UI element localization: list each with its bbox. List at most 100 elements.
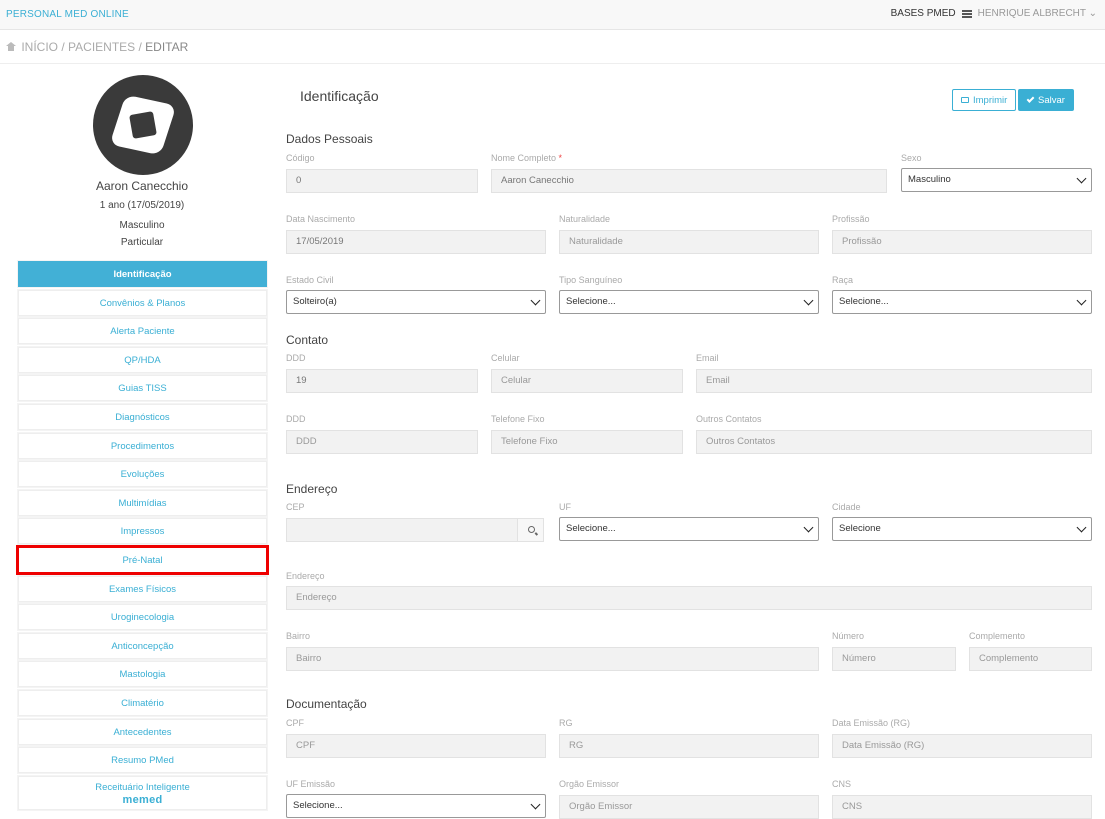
- label-rg: RG: [559, 718, 573, 728]
- menu-impressos[interactable]: Impressos: [18, 518, 267, 545]
- label-orgao: Orgão Emissor: [559, 779, 620, 789]
- cpf-field[interactable]: CPF: [286, 734, 546, 758]
- label-nome: Nome Completo *: [491, 153, 562, 163]
- menu-identificacao[interactable]: Identificação: [18, 261, 267, 287]
- menu-uroginecologia[interactable]: Uroginecologia: [18, 604, 267, 631]
- patient-age: 1 ano (17/05/2019): [99, 200, 185, 211]
- label-nascimento: Data Nascimento: [286, 214, 356, 224]
- label-endereco: Endereço: [286, 571, 325, 581]
- memed-logo: memed: [122, 793, 163, 806]
- patient-name: Aaron Canecchio: [95, 179, 189, 193]
- bairro-field[interactable]: Bairro: [286, 647, 819, 671]
- print-button[interactable]: Imprimir: [952, 89, 1017, 111]
- breadcrumb-home[interactable]: INÍCIO: [21, 40, 58, 54]
- page-title: Identificação: [300, 88, 379, 104]
- menu-pre-natal[interactable]: Pré-Natal: [16, 544, 269, 575]
- label-naturalidade: Naturalidade: [559, 214, 611, 224]
- complemento-field[interactable]: Complemento: [969, 647, 1092, 671]
- cep-search-button[interactable]: [517, 518, 544, 542]
- uf-value: Selecione...: [566, 523, 616, 534]
- top-navbar: PERSONAL MED ONLINE BASES PMED HENRIQUE …: [0, 0, 1105, 30]
- menu-mastologia[interactable]: Mastologia: [18, 661, 267, 688]
- cns-field[interactable]: CNS: [832, 795, 1092, 819]
- codigo-field[interactable]: 0: [286, 169, 478, 193]
- menu-exames-fisicos[interactable]: Exames Físicos: [18, 575, 267, 602]
- patient-menu: Identificação Convênios & Planos Alerta …: [16, 261, 269, 812]
- raca-value: Selecione...: [839, 296, 889, 307]
- nome-field[interactable]: Aaron Canecchio: [491, 169, 887, 193]
- orgao-field[interactable]: Orgão Emissor: [559, 795, 819, 819]
- celular-field[interactable]: Celular: [491, 369, 683, 393]
- telefone-field[interactable]: Telefone Fixo: [491, 430, 683, 454]
- emissao-field[interactable]: Data Emissão (RG): [832, 734, 1092, 758]
- label-outros: Outros Contatos: [696, 414, 762, 424]
- profissao-field[interactable]: Profissão: [832, 230, 1092, 254]
- label-cpf: CPF: [286, 718, 304, 728]
- bars-icon[interactable]: [961, 9, 972, 18]
- chevron-down-icon: [530, 295, 541, 306]
- ddd-fixo-field[interactable]: DDD: [286, 430, 478, 454]
- save-button-label: Salvar: [1038, 94, 1065, 106]
- section-contact: Contato: [286, 333, 329, 347]
- menu-convenios[interactable]: Convênios & Planos: [18, 289, 267, 316]
- breadcrumb-separator: /: [135, 40, 146, 54]
- uf-emissao-select[interactable]: Selecione...: [286, 794, 546, 818]
- rg-field[interactable]: RG: [559, 734, 819, 758]
- required-mark: *: [558, 153, 563, 163]
- menu-antecedentes[interactable]: Antecedentes: [18, 718, 267, 745]
- label-uf: UF: [559, 502, 571, 512]
- menu-receituario-label: Receituário Inteligente: [95, 781, 190, 793]
- ddd-field[interactable]: 19: [286, 369, 478, 393]
- user-menu[interactable]: HENRIQUE ALBRECHT ⌄: [978, 8, 1097, 19]
- menu-guias-tiss[interactable]: Guias TISS: [18, 375, 267, 402]
- chevron-down-icon: [1076, 173, 1087, 184]
- search-icon: [528, 526, 535, 533]
- numero-field[interactable]: Número: [832, 647, 956, 671]
- email-field[interactable]: Email: [696, 369, 1092, 393]
- label-celular: Celular: [491, 353, 520, 363]
- cep-field[interactable]: [286, 518, 518, 542]
- menu-alerta[interactable]: Alerta Paciente: [18, 318, 267, 345]
- sexo-select[interactable]: Masculino: [901, 168, 1092, 192]
- menu-receituario[interactable]: Receituário Inteligente memed: [18, 775, 267, 810]
- save-button[interactable]: Salvar: [1018, 89, 1074, 111]
- outros-contatos-field[interactable]: Outros Contatos: [696, 430, 1092, 454]
- tipo-sanguineo-value: Selecione...: [566, 296, 616, 307]
- label-nome-text: Nome Completo: [491, 153, 557, 163]
- home-icon[interactable]: [6, 42, 16, 51]
- chevron-down-icon: [803, 522, 814, 533]
- label-sexo: Sexo: [901, 153, 922, 163]
- estado-civil-select[interactable]: Solteiro(a): [286, 290, 546, 314]
- uf-select[interactable]: Selecione...: [559, 517, 819, 541]
- nascimento-field[interactable]: 17/05/2019: [286, 230, 546, 254]
- menu-evolucoes[interactable]: Evoluções: [18, 461, 267, 488]
- section-personal: Dados Pessoais: [286, 132, 373, 146]
- tipo-sanguineo-select[interactable]: Selecione...: [559, 290, 819, 314]
- print-button-label: Imprimir: [973, 94, 1008, 106]
- endereco-field[interactable]: Endereço: [286, 586, 1092, 610]
- menu-qp-hda[interactable]: QP/HDA: [18, 346, 267, 373]
- section-address: Endereço: [286, 482, 338, 496]
- menu-anticoncepcao[interactable]: Anticoncepção: [18, 632, 267, 659]
- brand-link[interactable]: PERSONAL MED ONLINE: [6, 9, 129, 20]
- breadcrumb-separator: /: [58, 40, 69, 54]
- menu-procedimentos[interactable]: Procedimentos: [18, 432, 267, 459]
- chevron-down-icon: [530, 799, 541, 810]
- label-tipo-sanguineo: Tipo Sanguíneo: [559, 275, 623, 285]
- raca-select[interactable]: Selecione...: [832, 290, 1092, 314]
- menu-resumo-pmed[interactable]: Resumo PMed: [18, 747, 267, 774]
- menu-multimidias[interactable]: Multimídias: [18, 489, 267, 516]
- avatar: [93, 75, 193, 175]
- print-icon: [961, 97, 969, 103]
- cidade-value: Selecione: [839, 523, 881, 534]
- cidade-select[interactable]: Selecione: [832, 517, 1092, 541]
- label-email: Email: [696, 353, 719, 363]
- label-ddd-fixo: DDD: [286, 414, 306, 424]
- patient-sidebar: Aaron Canecchio 1 ano (17/05/2019) Mascu…: [14, 64, 270, 815]
- label-estado-civil: Estado Civil: [286, 275, 334, 285]
- bases-link[interactable]: BASES PMED: [891, 8, 956, 19]
- menu-climaterio[interactable]: Climatério: [18, 689, 267, 716]
- naturalidade-field[interactable]: Naturalidade: [559, 230, 819, 254]
- breadcrumb-patients[interactable]: PACIENTES: [68, 40, 135, 54]
- menu-diagnosticos[interactable]: Diagnósticos: [18, 403, 267, 430]
